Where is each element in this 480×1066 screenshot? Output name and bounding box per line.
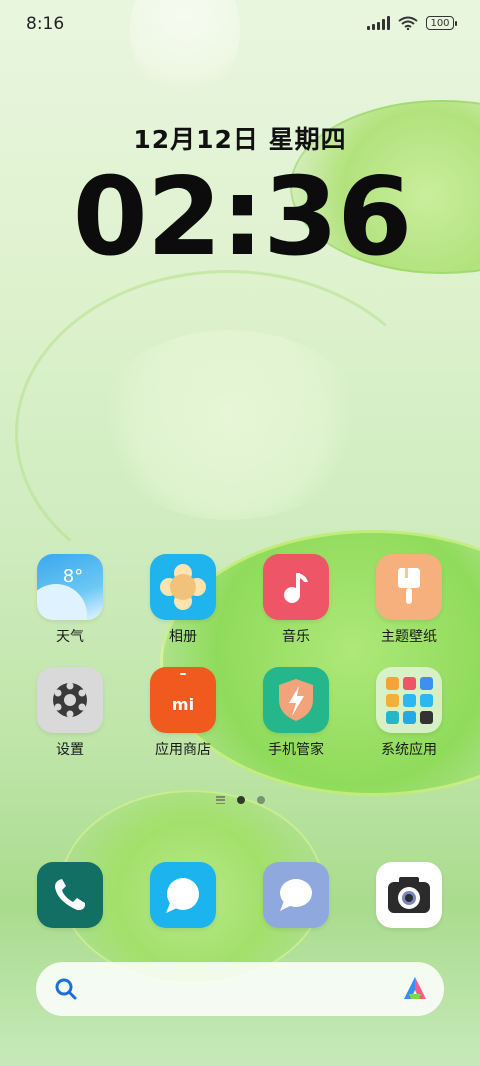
folder-icon bbox=[376, 667, 442, 733]
app-weather[interactable]: 8° 天气 bbox=[25, 554, 115, 646]
folder-system-apps[interactable]: 系统应用 bbox=[364, 667, 454, 759]
app-label: 音乐 bbox=[282, 629, 310, 645]
app-themes[interactable]: 主题壁纸 bbox=[364, 554, 454, 646]
app-label: 主题壁纸 bbox=[381, 629, 437, 645]
dock-messages[interactable] bbox=[138, 862, 228, 928]
page-dot bbox=[256, 796, 265, 804]
camera-icon bbox=[376, 862, 442, 928]
store-logo: mi bbox=[171, 694, 195, 714]
app-gallery[interactable]: 相册 bbox=[138, 554, 228, 646]
gallery-icon bbox=[150, 554, 216, 620]
app-label: 手机管家 bbox=[268, 742, 324, 758]
paint-brush-icon bbox=[376, 554, 442, 620]
page-indicator[interactable] bbox=[0, 796, 480, 804]
dock-camera[interactable] bbox=[364, 862, 454, 928]
weather-temp: 8° bbox=[62, 565, 84, 587]
dock-phone[interactable] bbox=[25, 862, 115, 928]
shield-lightning-icon bbox=[263, 667, 329, 733]
app-label: 相册 bbox=[169, 629, 197, 645]
list-icon bbox=[215, 796, 225, 804]
app-store[interactable]: mi 应用商店 bbox=[138, 667, 228, 759]
chat-bubble-icon bbox=[150, 862, 216, 928]
app-security[interactable]: 手机管家 bbox=[251, 667, 341, 759]
store-icon: mi bbox=[150, 667, 216, 733]
app-settings[interactable]: 设置 bbox=[25, 667, 115, 759]
app-label: 设置 bbox=[56, 742, 84, 758]
status-bar: 8:16 100 bbox=[0, 0, 480, 50]
lock-date: 12月12日 星期四 bbox=[133, 125, 347, 154]
clock-widget[interactable]: 02:36 bbox=[0, 155, 480, 280]
app-label: 应用商店 bbox=[155, 742, 211, 758]
phone-icon bbox=[37, 862, 103, 928]
search-bar[interactable] bbox=[36, 962, 444, 1016]
message-bubble-icon bbox=[263, 862, 329, 928]
ai-assistant-icon[interactable] bbox=[400, 974, 430, 1004]
music-icon bbox=[263, 554, 329, 620]
app-label: 系统应用 bbox=[381, 742, 437, 758]
wifi-icon bbox=[398, 16, 418, 30]
settings-icon bbox=[37, 667, 103, 733]
weather-icon: 8° bbox=[37, 554, 103, 620]
battery-icon: 100 bbox=[426, 16, 457, 30]
app-label: 天气 bbox=[56, 629, 84, 645]
dock-messages-alt[interactable] bbox=[251, 862, 341, 928]
app-music[interactable]: 音乐 bbox=[251, 554, 341, 646]
page-dot-active bbox=[236, 796, 245, 804]
home-screen: 8:16 100 12月12日 星期四 02:36 8° 天气 相册 音乐 主题… bbox=[0, 0, 480, 1066]
signal-icon bbox=[367, 16, 390, 30]
search-icon bbox=[55, 978, 77, 1000]
status-time: 8:16 bbox=[26, 14, 65, 34]
